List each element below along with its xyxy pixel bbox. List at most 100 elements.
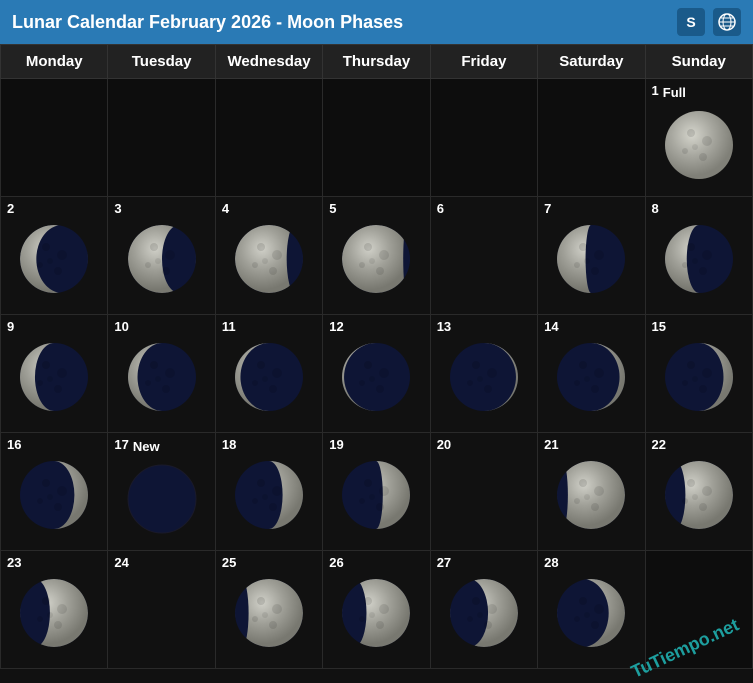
calendar-cell-9: 9 bbox=[1, 315, 108, 433]
cell-day-number: 17 bbox=[114, 437, 128, 456]
calendar-cell-20: 20 bbox=[430, 433, 537, 551]
day-header-monday: Monday bbox=[1, 45, 108, 79]
moon-phase-waning-gibbous-lg bbox=[3, 218, 105, 300]
calendar-header: Lunar Calendar February 2026 - Moon Phas… bbox=[0, 0, 753, 44]
calendar-table: MondayTuesdayWednesdayThursdayFridaySatu… bbox=[0, 44, 753, 669]
moon-phase-waning-gibbous-med bbox=[110, 218, 212, 300]
calendar-cell-10: 10 bbox=[108, 315, 215, 433]
cell-phase-label: New bbox=[133, 437, 160, 456]
cell-day-number: 6 bbox=[437, 201, 444, 216]
day-header-friday: Friday bbox=[430, 45, 537, 79]
cell-day-number: 14 bbox=[544, 319, 558, 334]
moon-phase-third-quarter-plus bbox=[325, 218, 427, 300]
calendar-cell-empty-6 bbox=[645, 551, 752, 669]
moon-phase-waning-crescent-med bbox=[3, 336, 105, 418]
calendar-cell-empty-4 bbox=[430, 79, 537, 197]
cell-day-number: 9 bbox=[7, 319, 14, 334]
calendar-cell-22: 22 bbox=[645, 433, 752, 551]
moon-phase-waning-crescent-lg bbox=[648, 218, 750, 300]
cell-day-number: 11 bbox=[222, 319, 236, 334]
calendar-title: Lunar Calendar February 2026 - Moon Phas… bbox=[12, 12, 403, 33]
cell-day-number: 20 bbox=[437, 437, 451, 452]
calendar-cell-7: 7 bbox=[538, 197, 645, 315]
cell-day-number: 8 bbox=[652, 201, 659, 216]
cell-day-number: 15 bbox=[652, 319, 666, 334]
calendar-week-5: 23 24 bbox=[1, 551, 753, 669]
moon-phase-waxing-gibbous-sm bbox=[648, 454, 750, 536]
cell-day-number: 22 bbox=[652, 437, 666, 452]
moon-phase-waning-crescent-xs bbox=[218, 336, 320, 418]
moon-phase-first-quarter-minus bbox=[325, 454, 427, 536]
moon-phase-waxing-gibbous-full bbox=[540, 572, 642, 654]
cell-day-number: 13 bbox=[437, 319, 451, 334]
day-header-tuesday: Tuesday bbox=[108, 45, 215, 79]
moon-phase-waxing-crescent-sm bbox=[648, 336, 750, 418]
calendar-cell-16: 16 bbox=[1, 433, 108, 551]
moon-phase-waxing-crescent-after bbox=[218, 454, 320, 536]
cell-day-number: 27 bbox=[437, 555, 451, 570]
header-icons: S bbox=[677, 8, 741, 36]
cell-day-number: 4 bbox=[222, 201, 229, 216]
cell-day-number: 19 bbox=[329, 437, 343, 452]
cell-day-number: 25 bbox=[222, 555, 236, 570]
calendar-cell-14: 14 bbox=[538, 315, 645, 433]
calendar-cell-empty-1 bbox=[108, 79, 215, 197]
calendar-cell-24: 24 bbox=[108, 551, 215, 669]
cell-day-number: 28 bbox=[544, 555, 558, 570]
calendar-cell-26: 26 bbox=[323, 551, 430, 669]
moon-phase-new-near bbox=[325, 336, 427, 418]
moon-phase-new bbox=[110, 458, 212, 540]
calendar-cell-empty-3 bbox=[323, 79, 430, 197]
day-header-thursday: Thursday bbox=[323, 45, 430, 79]
calendar-cell-25: 25 bbox=[215, 551, 322, 669]
cell-day-number: 3 bbox=[114, 201, 121, 216]
calendar-cell-empty-2 bbox=[215, 79, 322, 197]
calendar-week-2: 2 3 bbox=[1, 197, 753, 315]
cell-day-number: 10 bbox=[114, 319, 128, 334]
moon-phase-waxing-gibbous-med bbox=[3, 572, 105, 654]
moon-phase-waning-crescent-sm bbox=[110, 336, 212, 418]
calendar-cell-21: 21 bbox=[538, 433, 645, 551]
calendar-cell-27: 27 bbox=[430, 551, 537, 669]
calendar-cell-1: 1Full bbox=[645, 79, 752, 197]
moon-phase-waning-gibbous-sm bbox=[218, 218, 320, 300]
moon-phase-waxing-crescent-xs bbox=[540, 336, 642, 418]
cell-day-number: 23 bbox=[7, 555, 21, 570]
moon-phase-waxing-gibbous-lg bbox=[110, 572, 212, 654]
day-header-sunday: Sunday bbox=[645, 45, 752, 79]
cell-day-number: 12 bbox=[329, 319, 343, 334]
calendar-wrapper: MondayTuesdayWednesdayThursdayFridaySatu… bbox=[0, 44, 753, 669]
calendar-cell-5: 5 bbox=[323, 197, 430, 315]
cell-day-number: 24 bbox=[114, 555, 128, 570]
moon-phase-third-quarter-minus bbox=[540, 218, 642, 300]
cell-day-number: 21 bbox=[544, 437, 558, 452]
cell-day-number: 18 bbox=[222, 437, 236, 452]
calendar-cell-8: 8 bbox=[645, 197, 752, 315]
calendar-cell-18: 18 bbox=[215, 433, 322, 551]
cell-day-number: 5 bbox=[329, 201, 336, 216]
calendar-cell-empty-0 bbox=[1, 79, 108, 197]
s-icon[interactable]: S bbox=[677, 8, 705, 36]
moon-phase-full bbox=[648, 104, 750, 186]
calendar-cell-6: 6 bbox=[430, 197, 537, 315]
moon-phase-first-quarter-plus bbox=[540, 454, 642, 536]
day-header-wednesday: Wednesday bbox=[215, 45, 322, 79]
calendar-week-1: 1Full bbox=[1, 79, 753, 197]
cell-day-number: 16 bbox=[7, 437, 21, 452]
calendar-cell-23: 23 bbox=[1, 551, 108, 669]
moon-phase-first-quarter bbox=[433, 454, 535, 536]
cell-day-number: 26 bbox=[329, 555, 343, 570]
calendar-cell-11: 11 bbox=[215, 315, 322, 433]
calendar-cell-2: 2 bbox=[1, 197, 108, 315]
moon-phase-new-near2 bbox=[433, 336, 535, 418]
globe-icon[interactable] bbox=[713, 8, 741, 36]
calendar-cell-12: 12 bbox=[323, 315, 430, 433]
moon-phase-waxing-crescent-med bbox=[3, 454, 105, 536]
moon-phase-waxing-gibbous-xxl bbox=[325, 572, 427, 654]
calendar-cell-13: 13 bbox=[430, 315, 537, 433]
calendar-cell-empty-5 bbox=[538, 79, 645, 197]
cell-phase-label: Full bbox=[663, 83, 686, 102]
cell-day-number: 2 bbox=[7, 201, 14, 216]
calendar-cell-3: 3 bbox=[108, 197, 215, 315]
calendar-cell-4: 4 bbox=[215, 197, 322, 315]
